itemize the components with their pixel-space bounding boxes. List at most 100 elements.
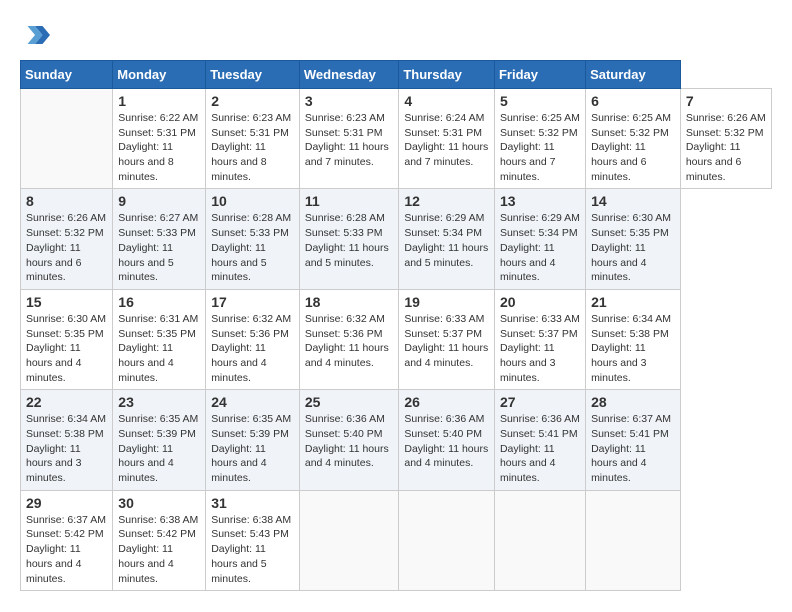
day-of-week-header: Friday — [494, 61, 585, 89]
day-number: 12 — [404, 193, 489, 209]
day-cell: 31Sunrise: 6:38 AM Sunset: 5:43 PM Dayli… — [206, 490, 300, 590]
calendar-week-row: 1Sunrise: 6:22 AM Sunset: 5:31 PM Daylig… — [21, 89, 772, 189]
day-number: 2 — [211, 93, 294, 109]
day-cell: 18 Sunrise: 6:32 AM Sunset: 5:36 PM Dayli… — [299, 289, 399, 389]
day-cell: 15 Sunrise: 6:30 AM Sunset: 5:35 PM Dayli… — [21, 289, 113, 389]
day-cell: 28 Sunrise: 6:37 AM Sunset: 5:41 PM Dayli… — [586, 390, 681, 490]
day-of-week-header: Thursday — [399, 61, 495, 89]
day-info: Sunrise: 6:36 AM Sunset: 5:40 PM Dayligh… — [404, 412, 489, 471]
day-cell: 5Sunrise: 6:25 AM Sunset: 5:32 PM Daylig… — [494, 89, 585, 189]
page-header — [20, 20, 772, 50]
calendar-week-row: 8Sunrise: 6:26 AM Sunset: 5:32 PM Daylig… — [21, 189, 772, 289]
calendar-week-row: 29 Sunrise: 6:37 AM Sunset: 5:42 PM Dayli… — [21, 490, 772, 590]
day-info: Sunrise: 6:36 AM Sunset: 5:41 PM Dayligh… — [500, 412, 580, 485]
day-number: 11 — [305, 193, 394, 209]
day-cell: 4 Sunrise: 6:24 AM Sunset: 5:31 PM Daylig… — [399, 89, 495, 189]
day-info: Sunrise: 6:25 AM Sunset: 5:32 PM Dayligh… — [500, 111, 580, 184]
day-number: 10 — [211, 193, 294, 209]
day-info: Sunrise: 6:35 AM Sunset: 5:39 PM Dayligh… — [211, 412, 294, 485]
day-number: 27 — [500, 394, 580, 410]
day-info: Sunrise: 6:38 AM Sunset: 5:42 PM Dayligh… — [118, 513, 200, 586]
day-cell: 20 Sunrise: 6:33 AM Sunset: 5:37 PM Dayli… — [494, 289, 585, 389]
day-number: 19 — [404, 294, 489, 310]
day-of-week-header: Saturday — [586, 61, 681, 89]
day-info: Sunrise: 6:28 AM Sunset: 5:33 PM Dayligh… — [211, 211, 294, 284]
day-cell: 8Sunrise: 6:26 AM Sunset: 5:32 PM Daylig… — [21, 189, 113, 289]
day-number: 25 — [305, 394, 394, 410]
calendar-week-row: 22Sunrise: 6:34 AM Sunset: 5:38 PM Dayli… — [21, 390, 772, 490]
day-number: 29 — [26, 495, 107, 511]
day-cell: 10 Sunrise: 6:28 AM Sunset: 5:33 PM Dayli… — [206, 189, 300, 289]
day-cell: 23 Sunrise: 6:35 AM Sunset: 5:39 PM Dayli… — [113, 390, 206, 490]
day-info: Sunrise: 6:38 AM Sunset: 5:43 PM Dayligh… — [211, 513, 294, 586]
day-cell: 7Sunrise: 6:26 AM Sunset: 5:32 PM Daylig… — [680, 89, 771, 189]
empty-day-cell — [586, 490, 681, 590]
day-number: 24 — [211, 394, 294, 410]
day-info: Sunrise: 6:35 AM Sunset: 5:39 PM Dayligh… — [118, 412, 200, 485]
day-number: 21 — [591, 294, 675, 310]
day-number: 15 — [26, 294, 107, 310]
day-of-week-header: Tuesday — [206, 61, 300, 89]
day-number: 23 — [118, 394, 200, 410]
day-cell: 13 Sunrise: 6:29 AM Sunset: 5:34 PM Dayli… — [494, 189, 585, 289]
day-info: Sunrise: 6:28 AM Sunset: 5:33 PM Dayligh… — [305, 211, 394, 270]
logo — [20, 20, 54, 50]
day-info: Sunrise: 6:26 AM Sunset: 5:32 PM Dayligh… — [686, 111, 766, 184]
day-cell: 14 Sunrise: 6:30 AM Sunset: 5:35 PM Dayli… — [586, 189, 681, 289]
day-info: Sunrise: 6:29 AM Sunset: 5:34 PM Dayligh… — [500, 211, 580, 284]
day-info: Sunrise: 6:37 AM Sunset: 5:42 PM Dayligh… — [26, 513, 107, 586]
day-number: 28 — [591, 394, 675, 410]
day-info: Sunrise: 6:30 AM Sunset: 5:35 PM Dayligh… — [26, 312, 107, 385]
day-info: Sunrise: 6:30 AM Sunset: 5:35 PM Dayligh… — [591, 211, 675, 284]
calendar-header-row: SundayMondayTuesdayWednesdayThursdayFrid… — [21, 61, 772, 89]
day-cell: 11 Sunrise: 6:28 AM Sunset: 5:33 PM Dayli… — [299, 189, 399, 289]
day-number: 6 — [591, 93, 675, 109]
day-info: Sunrise: 6:23 AM Sunset: 5:31 PM Dayligh… — [305, 111, 394, 170]
day-number: 16 — [118, 294, 200, 310]
day-info: Sunrise: 6:34 AM Sunset: 5:38 PM Dayligh… — [591, 312, 675, 385]
day-number: 9 — [118, 193, 200, 209]
day-number: 17 — [211, 294, 294, 310]
day-of-week-header: Wednesday — [299, 61, 399, 89]
day-number: 18 — [305, 294, 394, 310]
day-cell: 27 Sunrise: 6:36 AM Sunset: 5:41 PM Dayli… — [494, 390, 585, 490]
calendar-week-row: 15 Sunrise: 6:30 AM Sunset: 5:35 PM Dayli… — [21, 289, 772, 389]
day-number: 20 — [500, 294, 580, 310]
day-info: Sunrise: 6:37 AM Sunset: 5:41 PM Dayligh… — [591, 412, 675, 485]
day-info: Sunrise: 6:24 AM Sunset: 5:31 PM Dayligh… — [404, 111, 489, 170]
calendar-table: SundayMondayTuesdayWednesdayThursdayFrid… — [20, 60, 772, 591]
day-info: Sunrise: 6:22 AM Sunset: 5:31 PM Dayligh… — [118, 111, 200, 184]
day-info: Sunrise: 6:33 AM Sunset: 5:37 PM Dayligh… — [500, 312, 580, 385]
day-info: Sunrise: 6:32 AM Sunset: 5:36 PM Dayligh… — [305, 312, 394, 371]
day-info: Sunrise: 6:29 AM Sunset: 5:34 PM Dayligh… — [404, 211, 489, 270]
logo-icon — [20, 20, 50, 50]
day-info: Sunrise: 6:36 AM Sunset: 5:40 PM Dayligh… — [305, 412, 394, 471]
day-cell: 12 Sunrise: 6:29 AM Sunset: 5:34 PM Dayli… — [399, 189, 495, 289]
day-cell: 30 Sunrise: 6:38 AM Sunset: 5:42 PM Dayli… — [113, 490, 206, 590]
day-cell: 6Sunrise: 6:25 AM Sunset: 5:32 PM Daylig… — [586, 89, 681, 189]
day-info: Sunrise: 6:31 AM Sunset: 5:35 PM Dayligh… — [118, 312, 200, 385]
day-info: Sunrise: 6:33 AM Sunset: 5:37 PM Dayligh… — [404, 312, 489, 371]
day-number: 14 — [591, 193, 675, 209]
empty-day-cell — [494, 490, 585, 590]
day-number: 13 — [500, 193, 580, 209]
empty-day-cell — [399, 490, 495, 590]
day-of-week-header: Monday — [113, 61, 206, 89]
day-info: Sunrise: 6:23 AM Sunset: 5:31 PM Dayligh… — [211, 111, 294, 184]
day-number: 30 — [118, 495, 200, 511]
day-info: Sunrise: 6:32 AM Sunset: 5:36 PM Dayligh… — [211, 312, 294, 385]
day-of-week-header: Sunday — [21, 61, 113, 89]
day-cell: 2 Sunrise: 6:23 AM Sunset: 5:31 PM Daylig… — [206, 89, 300, 189]
day-number: 3 — [305, 93, 394, 109]
day-cell: 9 Sunrise: 6:27 AM Sunset: 5:33 PM Daylig… — [113, 189, 206, 289]
day-info: Sunrise: 6:26 AM Sunset: 5:32 PM Dayligh… — [26, 211, 107, 284]
day-cell: 25 Sunrise: 6:36 AM Sunset: 5:40 PM Dayli… — [299, 390, 399, 490]
day-cell: 16 Sunrise: 6:31 AM Sunset: 5:35 PM Dayli… — [113, 289, 206, 389]
day-cell: 29 Sunrise: 6:37 AM Sunset: 5:42 PM Dayli… — [21, 490, 113, 590]
empty-day-cell — [21, 89, 113, 189]
day-cell: 24 Sunrise: 6:35 AM Sunset: 5:39 PM Dayli… — [206, 390, 300, 490]
day-number: 22 — [26, 394, 107, 410]
day-number: 4 — [404, 93, 489, 109]
day-info: Sunrise: 6:27 AM Sunset: 5:33 PM Dayligh… — [118, 211, 200, 284]
day-cell: 22Sunrise: 6:34 AM Sunset: 5:38 PM Dayli… — [21, 390, 113, 490]
